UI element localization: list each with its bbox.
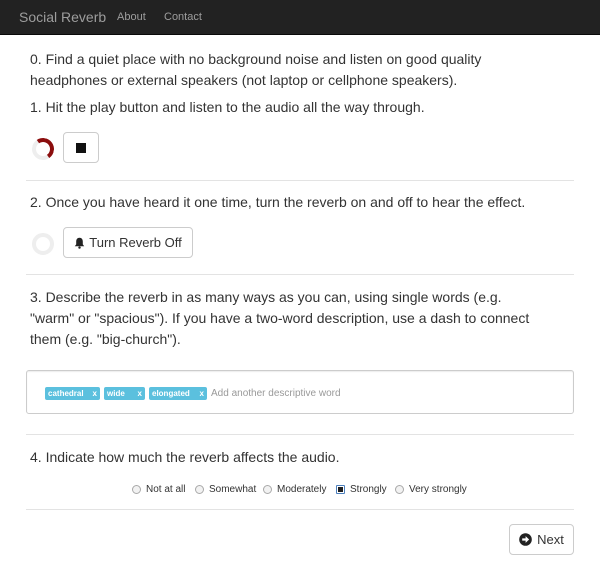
radio-label: Very strongly [409,483,467,495]
stop-button[interactable] [63,132,99,163]
tag-label: elongated [152,389,190,398]
tag-elongated: elongated x [149,387,207,400]
step-0-line-1: 0. Find a quiet place with no background… [30,51,482,67]
tag-label: wide [107,389,125,398]
remove-tag-cathedral-icon[interactable]: x [93,387,97,400]
add-descriptor-input[interactable] [211,385,541,401]
step-3-line-3: them (e.g. "big-church"). [30,331,181,347]
remove-tag-wide-icon[interactable]: x [138,387,142,400]
radio-moderately[interactable] [263,484,272,494]
radio-very-strongly[interactable] [395,484,404,494]
step-4-instruction: 4. Indicate how much the reverb affects … [30,449,340,465]
nav-about-link[interactable]: About [117,11,146,23]
section-divider [26,274,574,275]
step-3-line-1: 3. Describe the reverb in as many ways a… [30,289,502,305]
step-1-instruction: 1. Hit the play button and listen to the… [30,99,425,115]
step-0-line-2: headphones or external speakers (not lap… [30,72,458,88]
radio-label: Somewhat [209,483,257,495]
turn-reverb-off-button[interactable]: Turn Reverb Off [63,227,193,258]
radio-somewhat[interactable] [195,484,204,494]
radio-option-very-strongly[interactable]: Very strongly [395,482,467,496]
stop-icon [76,142,86,153]
descriptor-tags-input[interactable]: cathedral x wide x elongated x [26,370,574,414]
top-navbar: Social Reverb About Contact [0,0,600,35]
radio-strongly[interactable] [336,484,345,494]
step-2-instruction: 2. Once you have heard it one time, turn… [30,194,526,210]
radio-option-somewhat[interactable]: Somewhat [195,482,256,496]
tag-wide: wide x [104,387,145,400]
next-button-label: Next [537,532,564,547]
brand-link[interactable]: Social Reverb [19,9,106,25]
radio-label: Not at all [146,483,186,495]
step-3-line-2: "warm" or "spacious"). If you have a two… [30,310,530,326]
section-divider [26,509,574,510]
remove-tag-elongated-icon[interactable]: x [200,387,204,400]
playback-spinner-icon [30,136,56,162]
arrow-circle-right-icon [519,533,532,546]
tag-cathedral: cathedral x [45,387,100,400]
radio-not-at-all[interactable] [132,484,141,494]
tag-label: cathedral [48,389,84,398]
bell-icon [75,237,85,249]
section-divider [26,180,574,181]
radio-label: Moderately [277,483,327,495]
radio-option-moderately[interactable]: Moderately [263,482,326,496]
nav-contact-link[interactable]: Contact [164,11,202,23]
next-button[interactable]: Next [509,524,574,555]
reverb-spinner-icon [32,233,54,255]
radio-option-strongly[interactable]: Strongly [336,482,387,496]
section-divider [26,434,574,435]
radio-label: Strongly [350,483,387,495]
turn-reverb-off-label: Turn Reverb Off [89,235,182,250]
radio-option-not-at-all[interactable]: Not at all [132,482,185,496]
